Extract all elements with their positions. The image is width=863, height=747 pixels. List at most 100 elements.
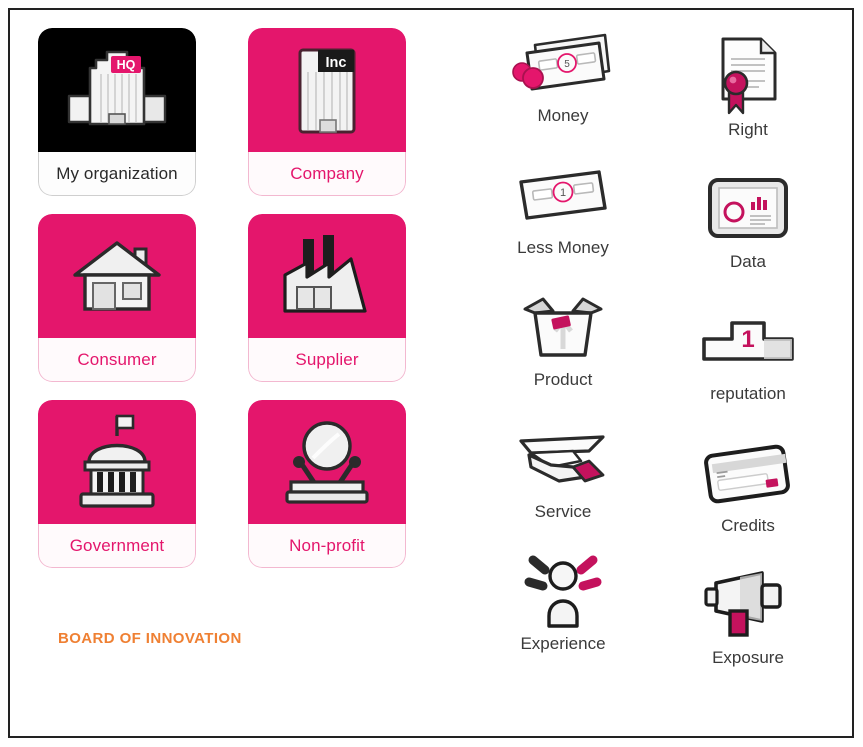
card-art <box>38 400 196 524</box>
coin-front <box>522 67 544 89</box>
value-item-exposure[interactable]: Exposure <box>656 552 840 684</box>
actor-card-government[interactable]: Government <box>38 400 196 568</box>
note-panel-left <box>531 188 554 201</box>
card-label: Supplier <box>248 338 406 382</box>
company-building-icon: Inc <box>298 48 356 134</box>
ray-upper-left <box>528 555 550 575</box>
note-panel-right <box>572 182 595 195</box>
value-label: reputation <box>710 384 786 403</box>
actor-card-company[interactable]: Inc Company <box>248 28 406 196</box>
actor-card-row: Government Non-profit <box>38 400 428 568</box>
poster-canvas: HQ My organization Inc Company Consumer … <box>0 0 863 747</box>
entrance-door <box>319 119 337 133</box>
person-rays-icon <box>524 555 602 628</box>
value-art <box>711 37 785 116</box>
value-art: 5 <box>509 24 617 102</box>
value-item-less-money[interactable]: 1 Less Money <box>470 156 656 288</box>
note-panel-right <box>575 52 597 65</box>
seal-highlight <box>729 76 737 84</box>
value-label: Exposure <box>712 648 784 667</box>
megaphone-icon <box>704 571 782 637</box>
value-item-product[interactable]: Product <box>470 288 656 420</box>
company-sign-text: Inc <box>326 55 347 71</box>
actor-card-row: Consumer Supplier <box>38 214 428 382</box>
value-art: 1 <box>511 156 615 234</box>
value-label: Money <box>537 106 589 125</box>
factory-icon <box>283 235 367 313</box>
card-label: Consumer <box>38 338 196 382</box>
value-label: Credits <box>721 516 775 535</box>
value-art <box>511 420 615 498</box>
open-box-icon <box>523 297 603 357</box>
actor-card-supplier[interactable]: Supplier <box>248 214 406 382</box>
entrance-door <box>108 113 126 125</box>
value-item-data[interactable]: Data <box>656 156 840 288</box>
ray-lower-left <box>524 577 548 591</box>
card-label: Company <box>248 152 406 196</box>
megaphone-cap <box>704 587 719 607</box>
banknotes-coins-icon: 5 <box>512 33 611 91</box>
value-icon-grid: 5 Money Right 1 Less Money Data Product … <box>470 24 840 684</box>
denomination-text: 1 <box>560 187 566 199</box>
rank-number: 1 <box>741 326 754 353</box>
value-art <box>519 552 607 630</box>
megaphone-body <box>760 583 782 609</box>
monitor-chart-icon <box>708 178 788 238</box>
wax-seal <box>723 70 749 96</box>
card-body <box>704 444 790 504</box>
card-art: Inc <box>248 28 406 152</box>
value-art <box>519 288 607 366</box>
pedestal-base <box>285 490 369 504</box>
certificate-seal-icon <box>721 37 777 115</box>
value-label: Data <box>730 252 766 271</box>
value-label: Less Money <box>517 238 609 257</box>
value-art: 1 <box>698 302 798 380</box>
credit-card-icon <box>704 444 790 504</box>
single-banknote-icon: 1 <box>519 170 607 220</box>
value-label: Right <box>728 120 768 139</box>
hand-serving-tray-icon <box>519 435 605 483</box>
hq-sign-text: HQ <box>117 58 136 72</box>
brand-wordmark: BOARD OF INNOVATION <box>58 630 242 647</box>
card-logo <box>765 478 779 488</box>
card-art <box>38 214 196 338</box>
actor-card-grid: HQ My organization Inc Company Consumer … <box>38 28 428 586</box>
actor-card-non-profit[interactable]: Non-profit <box>248 400 406 568</box>
card-art: HQ <box>38 28 196 152</box>
value-art <box>700 434 796 512</box>
note-panel-left <box>537 58 559 71</box>
value-item-credits[interactable]: Credits <box>656 420 840 552</box>
base-steps <box>79 492 155 508</box>
card-label: Non-profit <box>248 524 406 568</box>
flag <box>115 414 135 430</box>
window <box>122 282 142 300</box>
actor-card-consumer[interactable]: Consumer <box>38 214 196 382</box>
value-item-service[interactable]: Service <box>470 420 656 552</box>
value-art <box>705 170 791 248</box>
flap-right <box>571 297 603 315</box>
value-item-money[interactable]: 5 Money <box>470 24 656 156</box>
value-label: Experience <box>520 634 606 653</box>
card-art <box>248 214 406 338</box>
value-item-right[interactable]: Right <box>656 24 840 156</box>
dome <box>87 443 147 464</box>
headquarters-building-icon: HQ <box>67 50 167 126</box>
ray-lower-right <box>578 577 602 591</box>
podium-first-place-icon: 1 <box>702 321 794 361</box>
value-item-reputation[interactable]: 1 reputation <box>656 288 840 420</box>
value-item-experience[interactable]: Experience <box>470 552 656 684</box>
charity-globe-stand-icon <box>285 421 369 504</box>
house-icon <box>73 241 161 311</box>
actor-card-my-organization[interactable]: HQ My organization <box>38 28 196 196</box>
value-label: Product <box>533 370 593 389</box>
card-label: My organization <box>38 152 196 196</box>
card-label: Government <box>38 524 196 568</box>
megaphone-handle <box>728 609 749 637</box>
podium-shading <box>764 339 792 359</box>
capitol-dome-icon <box>79 414 155 508</box>
card-art <box>248 400 406 524</box>
ray-upper-right <box>576 555 598 575</box>
value-label: Service <box>534 502 592 521</box>
monitor-screen <box>718 187 778 229</box>
person-head <box>548 561 578 591</box>
